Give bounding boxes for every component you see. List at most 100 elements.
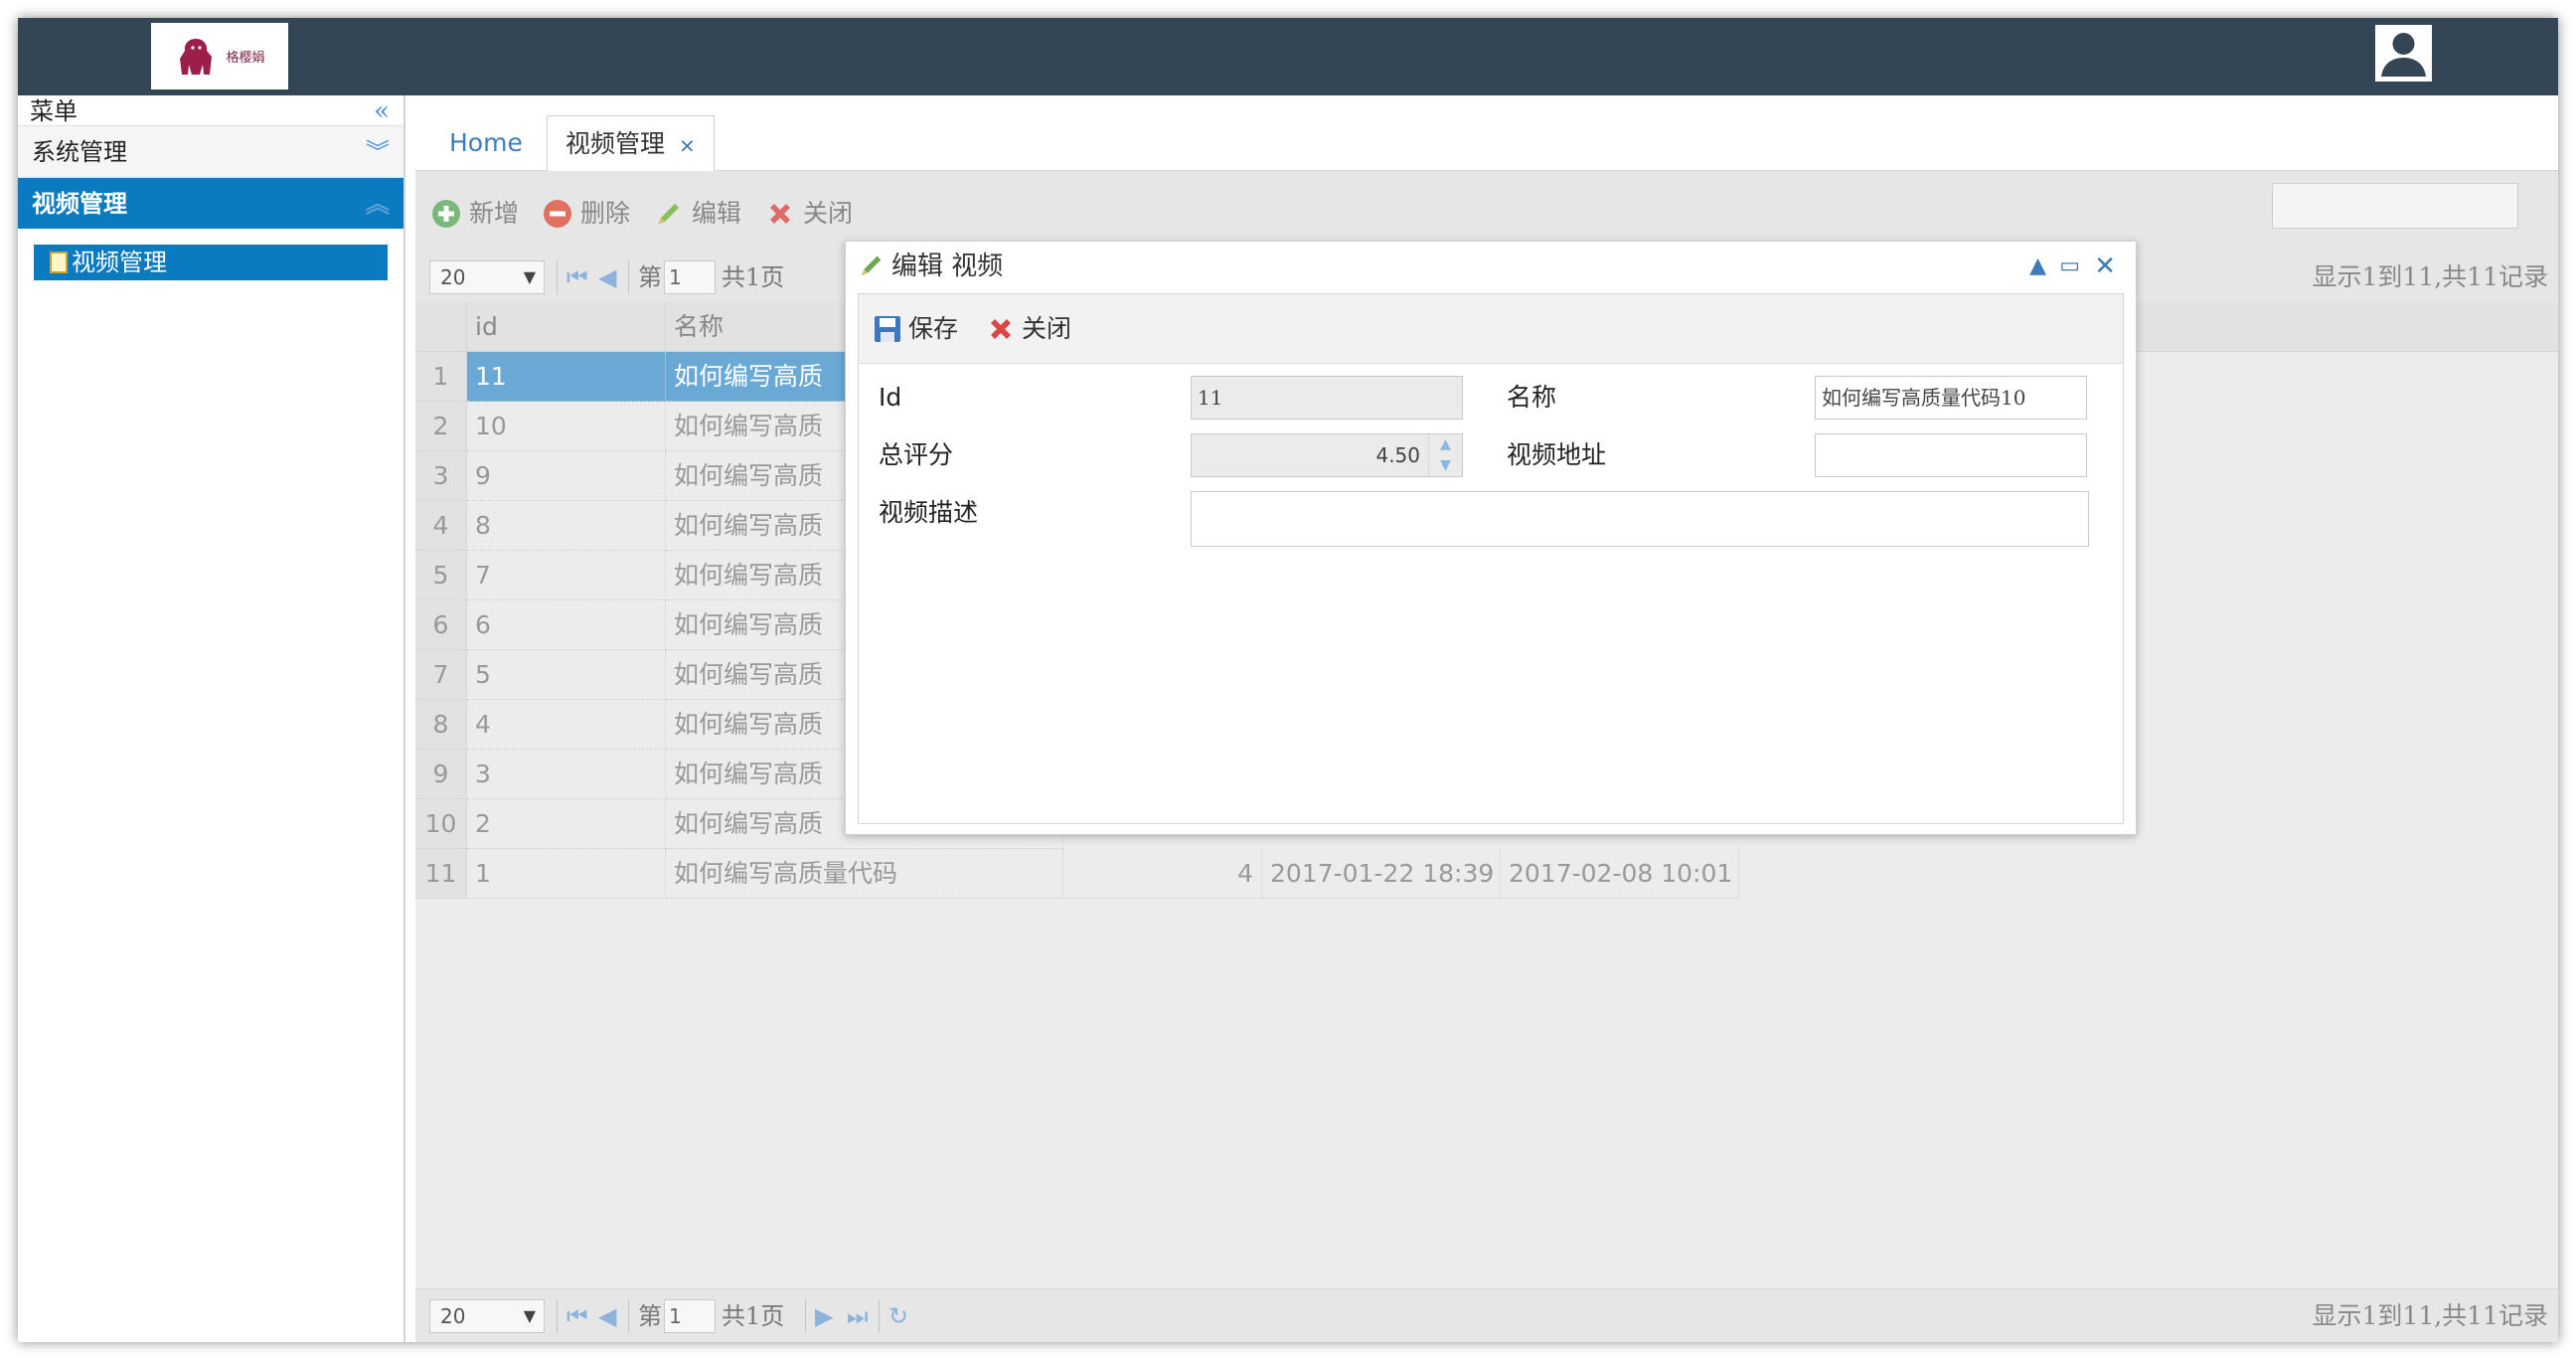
sidebar-item-video-management[interactable]: 视频管理 — [34, 245, 388, 280]
page-number-input[interactable]: 1 — [664, 1299, 716, 1333]
app-window: 格樱娟 菜单 « 系统管理 ︾ 视频管理 ︽ 视频管理 Home 视频管理 × … — [18, 18, 2558, 1342]
remove-icon — [544, 200, 571, 228]
top-header: 格樱娟 — [18, 18, 2558, 95]
rownum-header — [415, 302, 467, 352]
row-number: 3 — [415, 451, 467, 501]
dialog-titlebar[interactable]: 编辑 视频 ▲ ▭ ✕ — [846, 242, 2136, 291]
page-number-input[interactable]: 1 — [664, 260, 716, 294]
save-label: 保存 — [908, 314, 959, 343]
record-info: 显示1到11,共11记录 — [2312, 262, 2548, 291]
edit-button[interactable]: 编辑 — [654, 197, 741, 231]
cell-score: 4 — [1063, 849, 1262, 899]
delete-label: 删除 — [580, 199, 631, 228]
cell-created: 2017-01-22 18:39 — [1262, 849, 1501, 899]
collapse-icon[interactable]: ▲ — [2029, 252, 2046, 281]
pager-divider — [557, 260, 558, 294]
user-avatar[interactable] — [2375, 25, 2432, 82]
chevron-double-down-icon[interactable]: ︾ — [366, 126, 390, 178]
row-number: 9 — [415, 750, 467, 799]
table-row[interactable]: 11 1 如何编写高质量代码 4 2017-01-22 18:39 2017-02-08 … — [415, 849, 1757, 899]
sidebar-section-label: 系统管理 — [32, 138, 127, 166]
tab-label: Home — [449, 128, 523, 157]
sidebar-section-system[interactable]: 系统管理 ︾ — [18, 125, 403, 177]
search-input[interactable] — [2272, 183, 2518, 229]
url-field[interactable] — [1815, 433, 2087, 477]
first-page-icon[interactable]: ⏮ — [566, 1303, 588, 1329]
close-label: 关闭 — [803, 199, 854, 228]
add-button[interactable]: 新增 — [431, 197, 519, 231]
cell-name: 如何编写高质量代码 — [666, 849, 1063, 899]
cell-id: 11 — [467, 352, 666, 402]
dialog-body: 保存 关闭 Id 11 名称 如何编写高质量代码10 总评分 4.50 ▲ ▼ — [858, 293, 2124, 824]
cell-id: 8 — [467, 501, 666, 551]
logo[interactable]: 格樱娟 — [151, 23, 288, 89]
id-field[interactable]: 11 — [1191, 376, 1463, 420]
edit-video-dialog: 编辑 视频 ▲ ▭ ✕ 保存 关闭 Id 11 名称 如何编写高质量代码10 总… — [845, 241, 2137, 835]
close-button[interactable]: 关闭 — [765, 197, 853, 231]
dialog-title: 编辑 视频 — [891, 252, 1004, 281]
page-size-value: 20 — [440, 265, 466, 289]
refresh-icon[interactable]: ↻ — [888, 1303, 908, 1329]
user-icon — [2381, 33, 2426, 77]
close-x-icon — [770, 204, 790, 224]
chevron-double-up-icon[interactable]: ︽ — [366, 178, 390, 230]
score-field[interactable]: 4.50 ▲ ▼ — [1191, 433, 1463, 477]
dialog-close-button[interactable]: 关闭 — [986, 312, 1071, 346]
maximize-icon[interactable]: ▭ — [2059, 252, 2080, 281]
cell-id: 3 — [467, 750, 666, 799]
row-number: 7 — [415, 650, 467, 700]
sidebar-tree: 视频管理 — [18, 229, 403, 280]
tab-label: 视频管理 — [565, 129, 666, 158]
last-page-icon[interactable]: ⏭ — [847, 1303, 869, 1329]
edit-label: 编辑 — [692, 199, 742, 228]
increment-icon[interactable]: ▲ — [1429, 434, 1462, 455]
pager-divider — [879, 1299, 880, 1333]
description-textarea[interactable] — [1191, 491, 2089, 547]
grid-toolbar: 新增 删除 编辑 关闭 — [415, 171, 2558, 251]
column-header-id[interactable]: id — [467, 302, 666, 352]
dialog-toolbar: 保存 关闭 — [859, 294, 2123, 364]
collapse-sidebar-icon[interactable]: « — [374, 95, 390, 127]
gorilla-logo-icon — [180, 38, 213, 75]
close-label: 关闭 — [1022, 314, 1072, 343]
close-icon[interactable]: ✕ — [2094, 252, 2116, 281]
tab-video-management[interactable]: 视频管理 × — [547, 115, 715, 171]
row-number: 11 — [415, 849, 467, 899]
cell-updated: 2017-02-08 10:01 — [1501, 849, 1739, 899]
row-number: 10 — [415, 799, 467, 849]
file-icon — [50, 252, 68, 273]
next-page-icon[interactable]: ▶ — [815, 1303, 833, 1329]
pager-divider — [628, 1299, 629, 1333]
page-size-select[interactable]: 20 ▼ — [429, 1299, 545, 1333]
first-page-icon[interactable]: ⏮ — [566, 264, 588, 290]
cell-id: 5 — [467, 650, 666, 700]
row-number: 2 — [415, 402, 467, 451]
url-label: 视频地址 — [1507, 440, 1607, 469]
row-number: 1 — [415, 352, 467, 402]
pager-divider — [805, 1299, 806, 1333]
page-size-select[interactable]: 20 ▼ — [429, 260, 545, 294]
sidebar-section-label: 视频管理 — [32, 189, 127, 218]
sidebar-section-video[interactable]: 视频管理 ︽ — [18, 177, 403, 229]
pager-divider — [628, 260, 629, 294]
delete-button[interactable]: 删除 — [543, 197, 630, 231]
decrement-icon[interactable]: ▼ — [1429, 455, 1462, 476]
name-field[interactable]: 如何编写高质量代码10 — [1815, 376, 2087, 420]
row-number: 5 — [415, 551, 467, 600]
prev-page-icon[interactable]: ◀ — [598, 264, 616, 290]
score-spinner[interactable]: ▲ ▼ — [1428, 434, 1462, 476]
pager-divider — [557, 1299, 558, 1333]
tab-home[interactable]: Home — [431, 115, 539, 171]
row-number: 6 — [415, 600, 467, 650]
page-total: 共1页 — [722, 263, 785, 291]
add-label: 新增 — [469, 199, 520, 228]
page-total: 共1页 — [722, 1302, 785, 1330]
prev-page-icon[interactable]: ◀ — [598, 1303, 616, 1329]
pencil-icon — [658, 204, 679, 225]
close-tab-icon[interactable]: × — [679, 133, 696, 157]
page-prefix: 第 — [638, 263, 662, 291]
dropdown-arrow-icon: ▼ — [523, 1306, 536, 1325]
save-button[interactable]: 保存 — [873, 312, 958, 346]
cell-id: 4 — [467, 700, 666, 750]
save-icon — [875, 316, 900, 342]
